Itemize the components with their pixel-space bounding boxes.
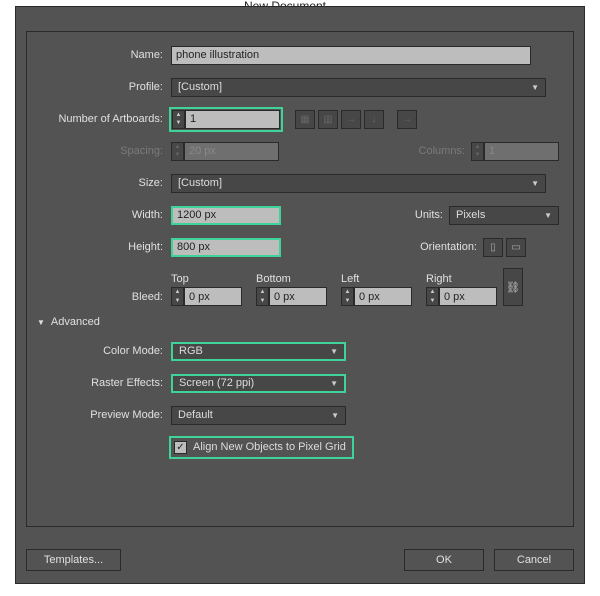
preview-mode-value: Default bbox=[178, 409, 213, 421]
spacing-label: Spacing: bbox=[41, 145, 171, 157]
arrange-right-icon: → bbox=[341, 110, 361, 129]
spacing-input bbox=[184, 142, 279, 161]
profile-select[interactable]: [Custom] ▼ bbox=[171, 78, 546, 97]
disclosure-triangle-icon: ▼ bbox=[37, 318, 45, 327]
advanced-heading[interactable]: ▼ Advanced bbox=[37, 316, 559, 328]
raster-effects-label: Raster Effects: bbox=[41, 377, 171, 389]
templates-button[interactable]: Templates... bbox=[26, 549, 121, 571]
bleed-left-stepper[interactable]: ▲▼ bbox=[341, 287, 354, 306]
dialog-footer: Templates... OK Cancel bbox=[26, 549, 574, 571]
bleed-right-label: Right bbox=[426, 273, 452, 285]
align-pixel-grid-checkbox[interactable]: ✓ bbox=[174, 441, 187, 454]
chevron-down-icon: ▼ bbox=[330, 379, 338, 388]
height-input[interactable] bbox=[171, 238, 281, 257]
orientation-landscape-icon[interactable]: ▭ bbox=[506, 238, 526, 257]
height-label: Height: bbox=[41, 241, 171, 253]
width-label: Width: bbox=[41, 209, 171, 221]
bleed-top-label: Top bbox=[171, 273, 189, 285]
name-input[interactable] bbox=[171, 46, 531, 65]
bleed-top-input[interactable] bbox=[184, 287, 242, 306]
artboards-input[interactable] bbox=[185, 110, 280, 129]
bleed-left-input[interactable] bbox=[354, 287, 412, 306]
preview-mode-label: Preview Mode: bbox=[41, 409, 171, 421]
chevron-down-icon: ▼ bbox=[531, 83, 539, 92]
bleed-bottom-stepper[interactable]: ▲▼ bbox=[256, 287, 269, 306]
artboards-label: Number of Artboards: bbox=[41, 113, 171, 125]
cancel-button[interactable]: Cancel bbox=[494, 549, 574, 571]
artboards-stepper[interactable]: ▲▼ bbox=[172, 110, 185, 129]
chevron-down-icon: ▼ bbox=[531, 179, 539, 188]
units-label: Units: bbox=[415, 209, 449, 221]
grid-by-col-icon: ▥ bbox=[318, 110, 338, 129]
link-bleed-icon[interactable]: ⛓ bbox=[503, 268, 523, 306]
arrange-left-icon: → bbox=[397, 110, 417, 129]
grid-by-row-icon: ▦ bbox=[295, 110, 315, 129]
orientation-label: Orientation: bbox=[420, 241, 483, 253]
preview-mode-select[interactable]: Default ▼ bbox=[171, 406, 346, 425]
color-mode-select[interactable]: RGB ▼ bbox=[171, 342, 346, 361]
bleed-right-stepper[interactable]: ▲▼ bbox=[426, 287, 439, 306]
profile-label: Profile: bbox=[41, 81, 171, 93]
columns-label: Columns: bbox=[419, 145, 471, 157]
size-label: Size: bbox=[41, 177, 171, 189]
advanced-label: Advanced bbox=[51, 316, 100, 328]
main-panel: Name: Profile: [Custom] ▼ Number of Artb… bbox=[26, 31, 574, 527]
orientation-portrait-icon[interactable]: ▯ bbox=[483, 238, 503, 257]
bleed-bottom-input[interactable] bbox=[269, 287, 327, 306]
arrange-down-icon: ↓ bbox=[364, 110, 384, 129]
color-mode-label: Color Mode: bbox=[41, 345, 171, 357]
chevron-down-icon: ▼ bbox=[331, 411, 339, 420]
size-value: [Custom] bbox=[178, 177, 222, 189]
units-select[interactable]: Pixels ▼ bbox=[449, 206, 559, 225]
ok-button[interactable]: OK bbox=[404, 549, 484, 571]
align-pixel-grid-label: Align New Objects to Pixel Grid bbox=[193, 441, 346, 453]
bleed-top-stepper[interactable]: ▲▼ bbox=[171, 287, 184, 306]
columns-input bbox=[484, 142, 559, 161]
bleed-label: Bleed: bbox=[41, 291, 171, 306]
chevron-down-icon: ▼ bbox=[544, 211, 552, 220]
dialog: Name: Profile: [Custom] ▼ Number of Artb… bbox=[15, 6, 585, 584]
units-value: Pixels bbox=[456, 209, 485, 221]
profile-value: [Custom] bbox=[178, 81, 222, 93]
color-mode-value: RGB bbox=[179, 345, 203, 357]
raster-effects-value: Screen (72 ppi) bbox=[179, 377, 254, 389]
bleed-bottom-label: Bottom bbox=[256, 273, 291, 285]
raster-effects-select[interactable]: Screen (72 ppi) ▼ bbox=[171, 374, 346, 393]
size-select[interactable]: [Custom] ▼ bbox=[171, 174, 546, 193]
chevron-down-icon: ▼ bbox=[330, 347, 338, 356]
bleed-left-label: Left bbox=[341, 273, 359, 285]
bleed-right-input[interactable] bbox=[439, 287, 497, 306]
width-input[interactable] bbox=[171, 206, 281, 225]
name-label: Name: bbox=[41, 49, 171, 61]
spacing-stepper: ▲▼ bbox=[171, 142, 184, 161]
columns-stepper: ▲▼ bbox=[471, 142, 484, 161]
